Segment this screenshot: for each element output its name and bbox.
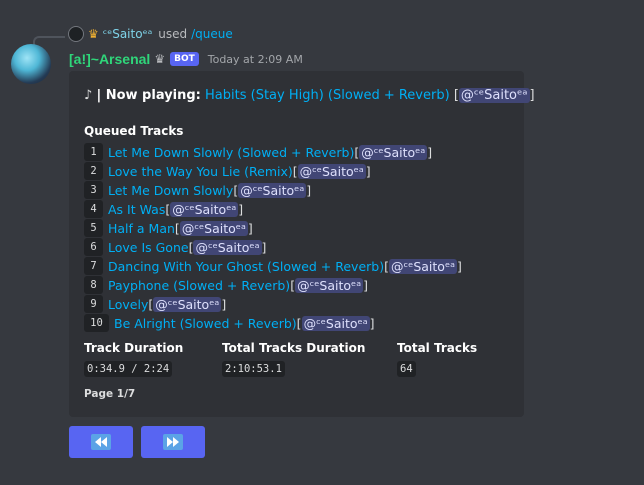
track-number: 10	[84, 314, 109, 332]
track-number: 7	[84, 257, 103, 275]
track-row: 4 As It Was [@ᶜᵉSaitoᵉᵃ]	[84, 200, 243, 218]
reply-avatar-icon[interactable]	[68, 26, 84, 42]
timestamp: Today at 2:09 AM	[207, 52, 303, 66]
bot-badge: BOT	[170, 52, 199, 66]
track-title-link[interactable]: Let Me Down Slowly	[108, 183, 233, 198]
reply-command[interactable]: /queue	[191, 27, 233, 41]
crown-icon: ♛	[88, 27, 99, 41]
track-requester-mention[interactable]: @ᶜᵉSaitoᵉᵃ	[297, 163, 366, 179]
track-requester-mention[interactable]: @ᶜᵉSaitoᵉᵃ	[388, 258, 458, 274]
track-number: 9	[84, 295, 103, 313]
track-title-link[interactable]: Love the Way You Lie (Remix)	[108, 164, 293, 179]
track-row: 8 Payphone (Slowed + Reverb) [@ᶜᵉSaitoᵉᵃ]	[84, 276, 368, 294]
music-note-icon: ♪	[84, 88, 93, 103]
track-title-link[interactable]: Let Me Down Slowly (Slowed + Reverb)	[108, 145, 354, 160]
next-page-button[interactable]	[141, 426, 205, 458]
now-playing-title[interactable]: Habits (Stay High) (Slowed + Reverb)	[205, 88, 450, 103]
track-row: 5 Half a Man [@ᶜᵉSaitoᵉᵃ]	[84, 219, 253, 237]
previous-page-button[interactable]	[69, 426, 133, 458]
reply-reference[interactable]: ♛ ᶜᵉSaitoᵉᵃ used /queue	[68, 25, 233, 43]
track-requester-mention[interactable]: @ᶜᵉSaitoᵉᵃ	[179, 220, 248, 236]
track-title-link[interactable]: Half a Man	[108, 221, 175, 236]
field-value-track-duration: 0:34.9 / 2:24	[84, 361, 173, 377]
track-requester-mention[interactable]: @ᶜᵉSaitoᵉᵃ	[153, 296, 222, 312]
track-row: 9 Lovely [@ᶜᵉSaitoᵉᵃ]	[84, 295, 226, 313]
track-number: 1	[84, 143, 103, 161]
field-value-total-duration: 2:10:53.1	[222, 361, 285, 377]
rewind-icon	[91, 434, 111, 450]
field-name-total-tracks: Total Tracks	[397, 341, 478, 355]
queue-embed: ♪ | Now playing: Habits (Stay High) (Slo…	[69, 71, 535, 417]
track-number: 3	[84, 181, 103, 199]
track-requester-mention[interactable]: @ᶜᵉSaitoᵉᵃ	[170, 201, 239, 217]
track-requester-mention[interactable]: @ᶜᵉSaitoᵉᵃ	[295, 277, 364, 293]
embed-footer: Page 1/7	[84, 388, 136, 400]
author-name[interactable]: [a!]~Arsenal	[69, 51, 150, 67]
now-playing-label: | Now playing:	[96, 88, 201, 103]
owner-crown-icon: ♛	[154, 52, 166, 66]
track-requester-mention[interactable]: @ᶜᵉSaitoᵉᵃ	[301, 315, 370, 331]
track-row: 3 Let Me Down Slowly [@ᶜᵉSaitoᵉᵃ]	[84, 181, 311, 199]
track-title-link[interactable]: Dancing With Your Ghost (Slowed + Reverb…	[108, 259, 384, 274]
field-value-total-tracks: 64	[397, 361, 416, 377]
now-playing: ♪ | Now playing: Habits (Stay High) (Slo…	[84, 88, 535, 103]
queued-tracks-header: Queued Tracks	[84, 124, 184, 138]
reply-username[interactable]: ᶜᵉSaitoᵉᵃ	[103, 27, 153, 41]
track-requester-mention[interactable]: @ᶜᵉSaitoᵉᵃ	[193, 239, 262, 255]
track-row: 10 Be Alright (Slowed + Reverb) [@ᶜᵉSaito…	[84, 314, 375, 332]
track-number: 4	[84, 200, 103, 218]
track-row: 1 Let Me Down Slowly (Slowed + Reverb) [@…	[84, 143, 432, 161]
track-number: 8	[84, 276, 103, 294]
message-header: [a!]~Arsenal ♛ BOT Today at 2:09 AM	[69, 49, 303, 69]
track-number: 5	[84, 219, 103, 237]
track-row: 6 Love Is Gone [@ᶜᵉSaitoᵉᵃ]	[84, 238, 266, 256]
track-title-link[interactable]: As It Was	[108, 202, 165, 217]
field-name-track-duration: Track Duration	[84, 341, 184, 355]
field-name-total-duration: Total Tracks Duration	[222, 341, 366, 355]
track-row: 2 Love the Way You Lie (Remix) [@ᶜᵉSaitoᵉ…	[84, 162, 371, 180]
track-number: 2	[84, 162, 103, 180]
bot-avatar[interactable]	[11, 44, 51, 84]
track-number: 6	[84, 238, 103, 256]
track-requester-mention[interactable]: @ᶜᵉSaitoᵉᵃ	[359, 144, 428, 160]
track-title-link[interactable]: Be Alright (Slowed + Reverb)	[114, 316, 297, 331]
reply-used-text: used	[158, 27, 188, 41]
track-title-link[interactable]: Love Is Gone	[108, 240, 189, 255]
fast-forward-icon	[163, 434, 183, 450]
now-playing-mention[interactable]: @ᶜᵉSaitoᵉᵃ	[458, 88, 530, 103]
track-title-link[interactable]: Payphone (Slowed + Reverb)	[108, 278, 290, 293]
track-row: 7 Dancing With Your Ghost (Slowed + Rever…	[84, 257, 462, 275]
track-requester-mention[interactable]: @ᶜᵉSaitoᵉᵃ	[238, 182, 307, 198]
track-title-link[interactable]: Lovely	[108, 297, 148, 312]
